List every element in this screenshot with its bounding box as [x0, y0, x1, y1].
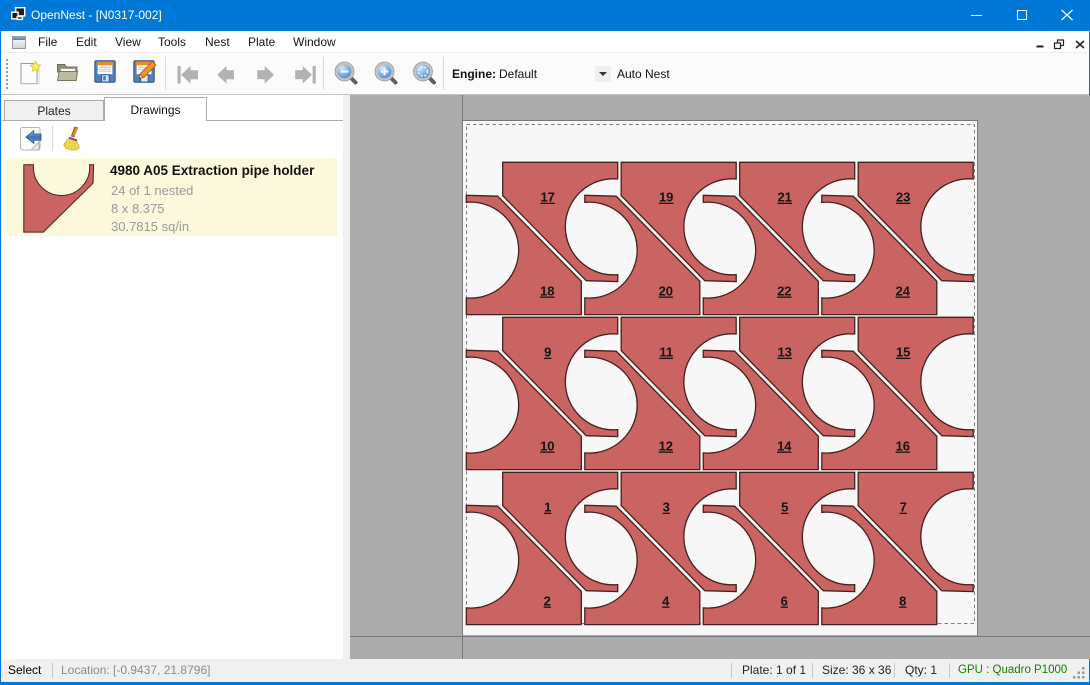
svg-text:7: 7 — [900, 500, 907, 515]
svg-text:11: 11 — [659, 345, 673, 360]
svg-text:18: 18 — [540, 284, 554, 299]
svg-text:13: 13 — [777, 345, 791, 360]
svg-text:2: 2 — [544, 594, 551, 609]
svg-text:12: 12 — [659, 439, 673, 454]
svg-text:20: 20 — [659, 284, 673, 299]
svg-text:9: 9 — [544, 345, 551, 360]
svg-text:8: 8 — [899, 594, 906, 609]
svg-text:16: 16 — [896, 439, 910, 454]
svg-text:15: 15 — [896, 345, 910, 360]
svg-text:10: 10 — [540, 439, 554, 454]
svg-text:14: 14 — [777, 439, 792, 454]
svg-text:23: 23 — [896, 190, 910, 205]
svg-text:21: 21 — [777, 190, 791, 205]
svg-text:19: 19 — [659, 190, 673, 205]
svg-text:5: 5 — [781, 500, 788, 515]
svg-text:22: 22 — [777, 284, 791, 299]
svg-text:6: 6 — [781, 594, 788, 609]
svg-text:3: 3 — [663, 500, 670, 515]
svg-text:1: 1 — [544, 500, 551, 515]
svg-text:4: 4 — [662, 594, 670, 609]
svg-text:17: 17 — [540, 190, 554, 205]
svg-text:24: 24 — [896, 284, 911, 299]
